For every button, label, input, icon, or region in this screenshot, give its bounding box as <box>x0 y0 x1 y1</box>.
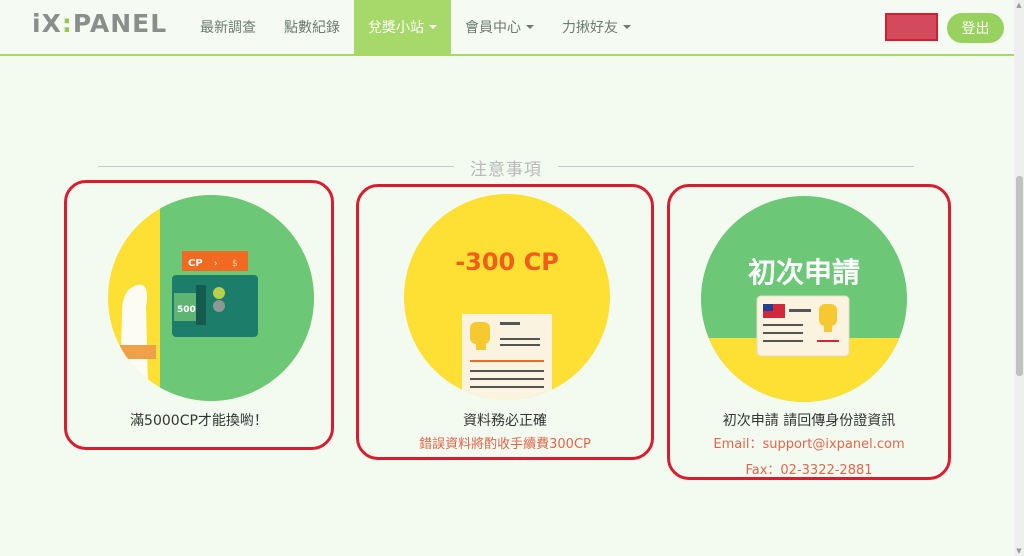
scrollbar-thumb[interactable] <box>1016 176 1023 376</box>
ixpanel-logo[interactable]: iX:PANEL <box>32 9 167 38</box>
nav-item-points-record[interactable]: 點數紀錄 <box>270 0 354 54</box>
chevron-down-icon <box>429 25 437 29</box>
nav-item-invite-friends[interactable]: 力揪好友 <box>548 0 645 54</box>
cp-tag-label: CP <box>188 258 203 269</box>
logout-button[interactable]: 登出 <box>947 13 1004 43</box>
id-card-first-apply-icon: 初次申請 <box>701 196 907 402</box>
logo-text: iX <box>32 9 62 38</box>
scroll-up-arrow-icon[interactable]: ▲ <box>1014 0 1024 10</box>
logo-colon: : <box>61 9 73 38</box>
nav-label: 力揪好友 <box>562 20 618 36</box>
first-apply-badge: 初次申請 <box>748 256 860 289</box>
support-fax: Fax：02-3322-2881 <box>745 463 873 478</box>
support-email-link[interactable]: Email：support@ixpanel.com <box>667 433 951 452</box>
divider-right <box>558 166 914 167</box>
top-nav: iX:PANEL 最新調查 點數紀錄 兌獎小站 會員中心 力揪好友 登出 <box>0 0 1014 56</box>
main-menu: 最新調查 點數紀錄 兌獎小站 會員中心 力揪好友 <box>186 0 645 54</box>
nav-label: 兌獎小站 <box>368 20 424 36</box>
nav-item-latest-surveys[interactable]: 最新調查 <box>186 0 270 54</box>
wallet-5000-icon: CP › $ 5000 <box>108 195 314 401</box>
redacted-user-box[interactable] <box>885 13 938 41</box>
nav-item-redeem[interactable]: 兌獎小站 <box>354 0 451 54</box>
nav-label: 點數紀錄 <box>284 20 340 36</box>
card-caption: 初次申請 請回傳身份證資訊 <box>722 413 896 429</box>
deduction-badge: -300 CP <box>455 248 559 276</box>
card-caption: 滿5000CP才能換喲！ <box>130 413 268 429</box>
nav-label: 會員中心 <box>465 20 521 36</box>
divider-left <box>98 166 454 167</box>
logo-text: PANEL <box>72 9 168 38</box>
chevron-down-icon <box>526 25 534 29</box>
section-title: 注意事項 <box>470 160 542 180</box>
nav-label: 最新調查 <box>200 20 256 36</box>
card-caption: 資料務必正確 <box>463 413 547 429</box>
svg-text:$: $ <box>232 259 238 269</box>
scroll-down-arrow-icon[interactable]: ▼ <box>1014 546 1024 556</box>
chevron-down-icon <box>623 25 631 29</box>
id-card-deduction-icon: -300 CP <box>404 194 610 400</box>
svg-text:›: › <box>214 259 218 269</box>
card-subcaption: 錯誤資料將酌收手續費300CP <box>419 437 591 452</box>
nav-item-member-center[interactable]: 會員中心 <box>451 0 548 54</box>
